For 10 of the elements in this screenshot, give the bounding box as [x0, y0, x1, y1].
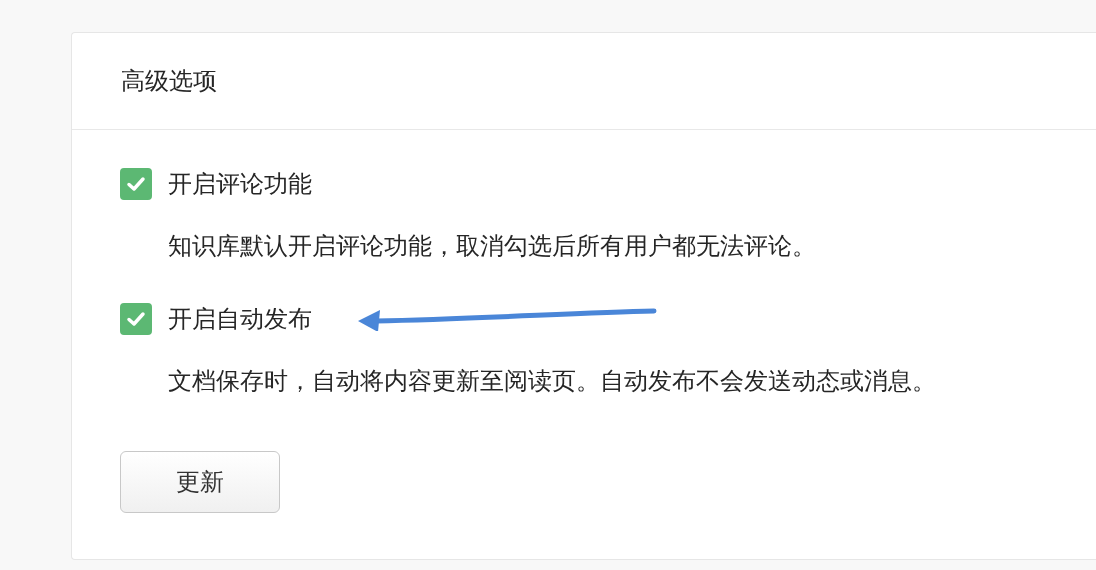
option-description: 文档保存时，自动将内容更新至阅读页。自动发布不会发送动态或消息。 — [168, 367, 936, 395]
update-button[interactable]: 更新 — [120, 451, 280, 513]
option-description: 知识库默认开启评论功能，取消勾选后所有用户都无法评论。 — [168, 232, 816, 260]
option-label: 开启自动发布 — [168, 304, 312, 335]
panel-title: 高级选项 — [121, 66, 217, 97]
check-icon — [127, 177, 145, 191]
check-icon — [127, 312, 145, 326]
option-label: 开启评论功能 — [168, 169, 312, 200]
checkbox[interactable] — [120, 168, 152, 200]
checkbox[interactable] — [120, 303, 152, 335]
